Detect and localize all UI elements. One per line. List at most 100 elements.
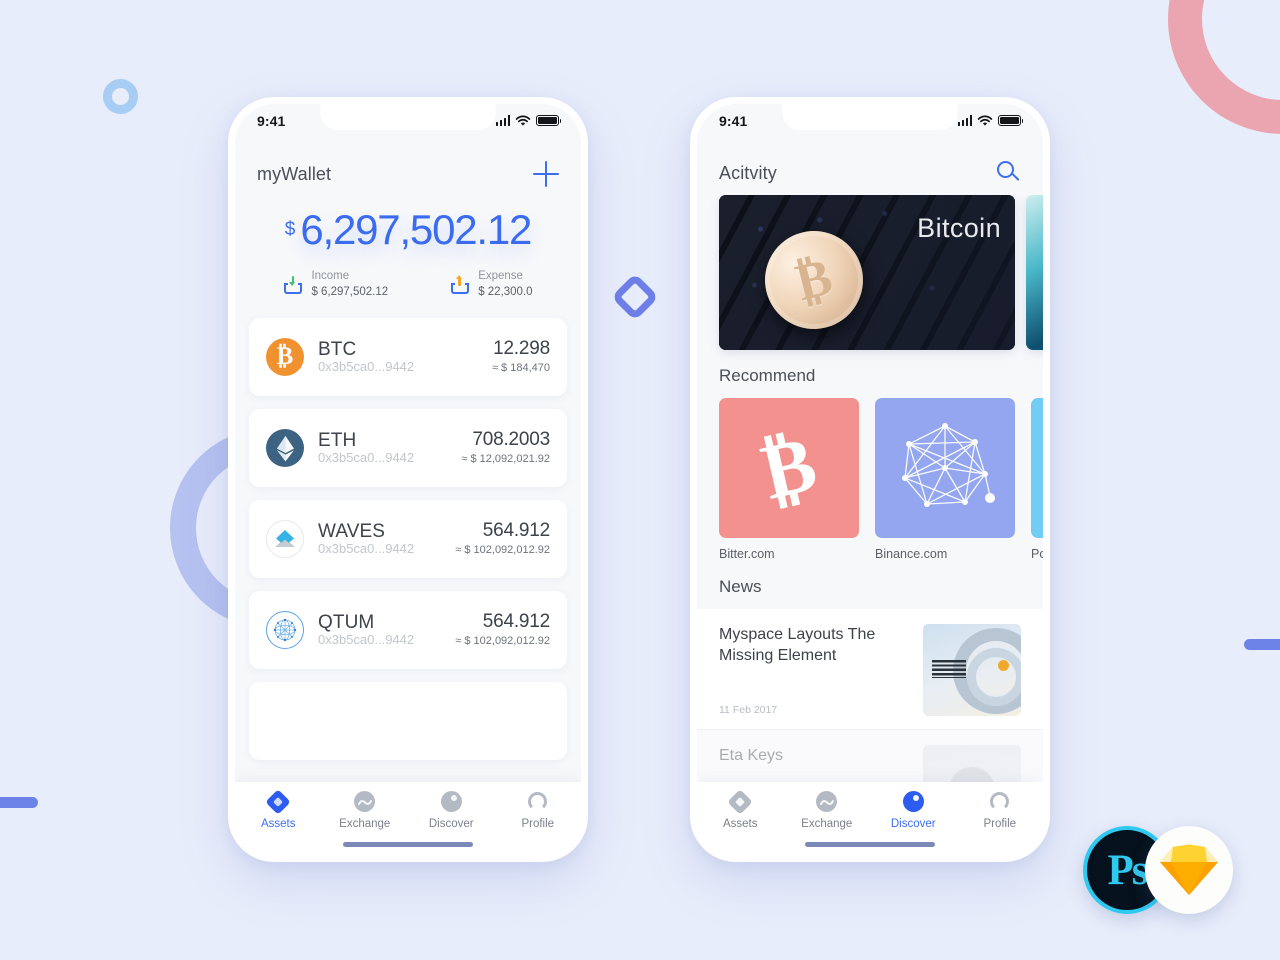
banner-caption: Bitcoin — [917, 213, 1001, 243]
device-notch — [320, 104, 496, 130]
income-label: Income — [311, 270, 350, 282]
asset-symbol: QTUM — [318, 612, 375, 634]
tab-label: Profile — [521, 818, 555, 830]
profile-icon — [527, 791, 549, 813]
news-thumbnail — [923, 624, 1021, 716]
asset-fiat: ≈ $ 102,092,012.92 — [455, 634, 550, 647]
sketch-badge — [1145, 826, 1233, 914]
photoshop-label: Ps — [1107, 846, 1149, 894]
tab-discover[interactable]: Discover — [408, 791, 495, 830]
tab-assets[interactable]: Assets — [235, 789, 322, 830]
asset-symbol: ETH — [318, 430, 357, 452]
recommend-label: Bitter.com — [719, 547, 775, 561]
tab-label: Profile — [983, 818, 1017, 830]
cellular-signal-icon — [957, 115, 972, 126]
ethereum-icon — [266, 429, 304, 468]
news-date: 11 Feb 2017 — [719, 704, 778, 716]
tab-profile[interactable]: Profile — [957, 791, 1044, 830]
balance-block: $ 6,297,502.12 Income $ 6,297,502.12 Exp… — [235, 197, 581, 309]
list-item[interactable]: QTUM 0x3b5ca0...9442 564.912 ≈ $ 102,092… — [249, 591, 567, 670]
blue-bar-right-decoration — [1244, 639, 1280, 650]
recommend-section-title: Recommend — [719, 366, 816, 385]
status-icons — [957, 115, 1024, 127]
tray-download-icon — [283, 275, 303, 295]
battery-icon — [998, 115, 1024, 126]
income-expense-row: Income $ 6,297,502.12 Expense $ 22,300.0 — [235, 269, 581, 304]
skyblue-ring-decoration — [103, 79, 138, 114]
recommend-label: Binance.com — [875, 547, 948, 561]
discover-content[interactable]: ₿ Bitcoin Recommend ₿ Bitter.com Binance… — [697, 195, 1043, 782]
tab-label: Assets — [260, 818, 296, 830]
list-item[interactable]: ₿ BTC 0x3b5ca0...9442 12.298 ≈ $ 184,470 — [249, 318, 567, 397]
asset-address: 0x3b5ca0...9442 — [318, 359, 415, 375]
asset-address: 0x3b5ca0...9442 — [318, 541, 415, 557]
recommend-carousel[interactable]: ₿ Bitter.com Binance.com Po — [697, 398, 1043, 561]
tab-discover[interactable]: Discover — [870, 791, 957, 830]
network-graph-icon — [875, 398, 1015, 538]
sketch-diamond-icon — [1160, 844, 1218, 895]
bottom-tab-bar: Assets Exchange Discover Profile — [697, 782, 1043, 855]
tab-label: Exchange — [801, 818, 853, 830]
home-indicator — [805, 842, 935, 847]
balance-currency-symbol: $ — [284, 219, 296, 240]
asset-amount: 564.912 — [482, 610, 550, 632]
discover-icon — [902, 791, 924, 813]
news-title: Eta Keys — [719, 747, 784, 764]
tab-exchange[interactable]: Exchange — [322, 791, 409, 830]
news-thumbnail — [923, 745, 1021, 782]
search-icon[interactable] — [997, 161, 1021, 185]
battery-icon — [536, 115, 562, 126]
blue-diamond-decoration — [610, 272, 660, 322]
list-item[interactable]: WAVES 0x3b5ca0...9442 564.912 ≈ $ 102,09… — [249, 500, 567, 579]
tab-exchange[interactable]: Exchange — [784, 791, 871, 830]
expense-value: $ 22,300.0 — [478, 285, 533, 298]
home-indicator — [343, 842, 473, 847]
asset-amount: 564.912 — [482, 519, 550, 541]
tab-label: Exchange — [339, 818, 391, 830]
list-item[interactable]: Binance.com — [875, 398, 1015, 561]
news-section-title: News — [719, 577, 762, 596]
list-item[interactable]: ₿ Bitter.com — [719, 398, 859, 561]
list-item[interactable]: Myspace Layouts The Missing Element 11 F… — [697, 609, 1043, 730]
income-summary: Income $ 6,297,502.12 — [283, 269, 388, 300]
discover-screen: 9:41 Acitvity ₿ Bitcoin Recommend ₿ Bitt… — [697, 104, 1043, 855]
cellular-signal-icon — [495, 115, 510, 126]
page-title: Acitvity — [719, 162, 777, 183]
asset-fiat: ≈ $ 102,092,012.92 — [455, 543, 550, 556]
list-item[interactable] — [249, 682, 567, 761]
bitcoin-b-icon: ₿ — [719, 398, 859, 538]
banner-card[interactable] — [1026, 195, 1043, 350]
list-item[interactable]: Poloniex — [1031, 398, 1043, 561]
list-item[interactable]: Eta Keys — [697, 730, 1043, 782]
phone-mockup-discover: 9:41 Acitvity ₿ Bitcoin Recommend ₿ Bitt… — [690, 97, 1050, 862]
assets-icon — [727, 789, 753, 815]
tab-assets[interactable]: Assets — [697, 789, 784, 830]
balance-amount: 6,297,502.12 — [300, 206, 532, 253]
bottom-tab-bar: Assets Exchange Discover Profile — [235, 782, 581, 855]
status-time: 9:41 — [719, 112, 748, 129]
device-notch — [782, 104, 958, 130]
exchange-icon — [816, 791, 838, 813]
asset-symbol: BTC — [318, 339, 357, 361]
wifi-icon — [977, 115, 993, 126]
expense-label: Expense — [478, 270, 523, 282]
plus-icon[interactable] — [533, 161, 559, 187]
news-title: Myspace Layouts The Missing Element — [719, 626, 876, 665]
tab-profile[interactable]: Profile — [495, 791, 582, 830]
pink-ring-decoration — [1168, 0, 1280, 134]
phone-mockup-wallet: 9:41 myWallet $ 6,297,502.12 Income $ 6,… — [228, 97, 588, 862]
list-item[interactable]: ETH 0x3b5ca0...9442 708.2003 ≈ $ 12,092,… — [249, 409, 567, 488]
asset-list[interactable]: ₿ BTC 0x3b5ca0...9442 12.298 ≈ $ 184,470 — [235, 308, 581, 782]
asset-address: 0x3b5ca0...9442 — [318, 632, 415, 648]
tab-label: Assets — [722, 818, 758, 830]
banner-carousel[interactable]: ₿ Bitcoin — [697, 195, 1043, 350]
banner-card[interactable]: ₿ Bitcoin — [719, 195, 1015, 350]
exchange-icon — [354, 791, 376, 813]
profile-icon — [989, 791, 1011, 813]
discover-header: Acitvity — [697, 137, 1043, 195]
asset-address: 0x3b5ca0...9442 — [318, 450, 415, 466]
income-value: $ 6,297,502.12 — [311, 285, 389, 298]
recommend-label: Poloniex — [1031, 547, 1043, 561]
tab-label: Discover — [428, 818, 474, 830]
tray-upload-icon — [450, 274, 470, 295]
